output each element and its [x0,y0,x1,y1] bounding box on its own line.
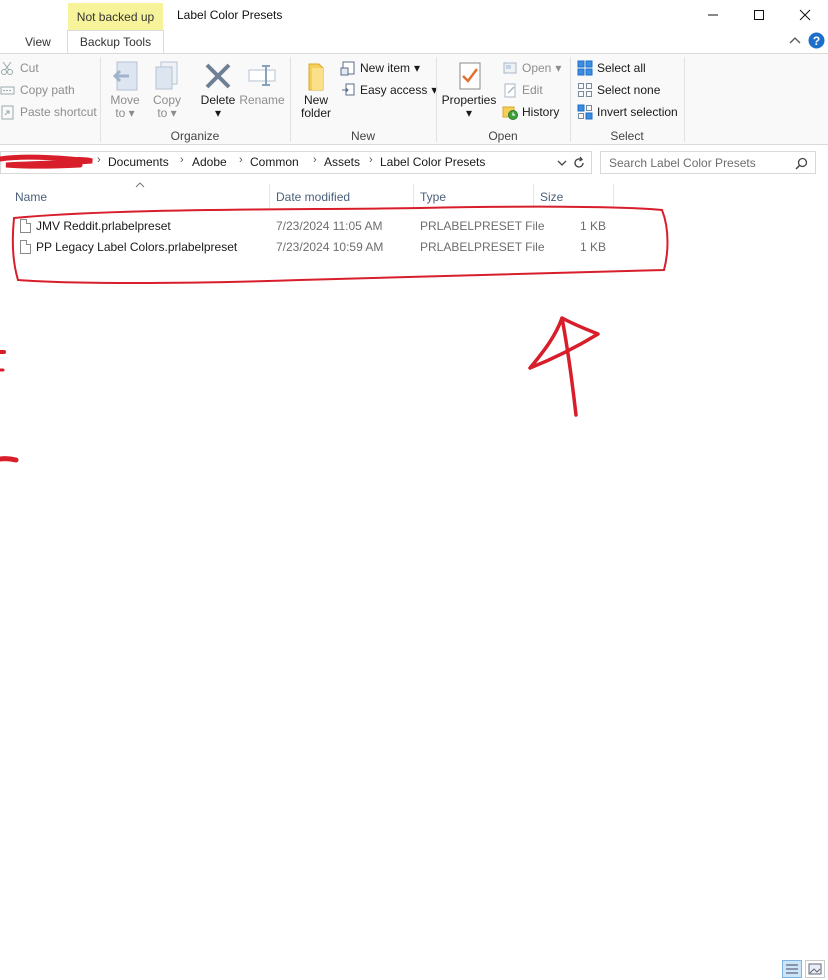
tab-backup-tools[interactable]: Backup Tools [67,30,164,53]
select-none-button[interactable]: Select none [577,80,660,100]
annotation-circle [11,205,669,284]
edit-button[interactable]: Edit [502,80,543,100]
copy-path-icon [0,86,15,95]
breadcrumb-adobe[interactable]: Adobe [192,155,227,169]
paste-shortcut-button[interactable]: Paste shortcut [0,102,97,122]
new-item-icon [340,61,355,76]
search-placeholder: Search Label Color Presets [609,156,756,170]
move-to-button[interactable]: Move to ▾ [106,60,144,120]
maximize-button[interactable] [736,0,782,30]
breadcrumb-separator: › [239,154,243,166]
window-title: Label Color Presets [177,8,283,22]
open-icon [503,62,517,74]
copy-path-button[interactable]: Copy path [0,80,75,100]
breadcrumb-separator: › [313,154,317,166]
ribbon-collapse-icon[interactable] [788,35,802,45]
search-icon[interactable] [795,157,808,170]
annotation-overlay [0,205,669,417]
chevron-down-icon[interactable] [556,157,568,169]
new-item-button[interactable]: New item ▾ [340,58,420,78]
help-icon[interactable]: ? [808,32,825,49]
edit-icon [504,83,516,98]
close-button[interactable] [782,0,828,30]
group-separator [684,57,685,142]
details-view-button[interactable] [782,960,802,978]
breadcrumb-common[interactable]: Common [250,155,299,169]
invert-selection-icon [577,104,593,120]
maximize-icon [754,10,764,20]
invert-selection-button[interactable]: Invert selection [577,102,678,122]
scissors-icon [1,61,13,75]
large-icons-view-button[interactable] [805,960,825,978]
open-button[interactable]: Open ▾ [502,58,561,78]
folder-icon [308,63,324,91]
select-all-button[interactable]: Select all [577,58,646,78]
select-none-icon [578,83,592,97]
easy-access-icon [342,83,355,96]
breadcrumb-assets[interactable]: Assets [324,155,360,169]
breadcrumb-separator: › [369,154,373,166]
breadcrumb-separator: › [180,154,184,166]
breadcrumb-current-folder[interactable]: Label Color Presets [380,155,485,169]
delete-x-icon [205,63,231,89]
history-button[interactable]: History [502,102,559,122]
rename-icon [248,65,276,86]
properties-icon [459,62,481,90]
group-label-open: Open [488,129,518,143]
minimize-button[interactable] [690,0,736,30]
move-to-icon [112,61,138,91]
copy-to-icon [155,61,178,90]
copy-to-button[interactable]: Copy to ▾ [148,60,186,120]
breadcrumb-documents[interactable]: Documents [108,155,169,169]
close-icon [799,9,811,21]
refresh-icon[interactable] [572,156,586,170]
breadcrumb-separator: › [97,154,101,166]
properties-button[interactable]: Properties ▾ [440,60,498,120]
minimize-icon [708,14,718,16]
new-folder-button[interactable]: New folder [296,60,336,120]
delete-button[interactable]: Delete ▾ [197,60,239,120]
svg-text:?: ? [813,34,820,48]
redaction-scribble [0,154,93,169]
paste-shortcut-icon [1,105,14,120]
cut-button[interactable]: Cut [0,58,39,78]
group-label-select: Select [610,129,644,143]
tab-view[interactable]: View [25,30,51,53]
annotation-mark [0,456,19,463]
group-label-organize: Organize [170,129,220,143]
select-all-icon [577,60,593,76]
rename-button[interactable]: Rename [239,60,285,107]
history-icon [502,106,518,120]
large-icons-view-icon [808,963,822,975]
group-label-new: New [350,129,375,143]
details-view-icon [786,964,798,974]
easy-access-button[interactable]: Easy access ▾ [340,80,437,100]
annotation-number-four [528,316,600,417]
context-tab-not-backed-up[interactable]: Not backed up [68,3,163,30]
sort-ascending-icon [135,182,145,188]
